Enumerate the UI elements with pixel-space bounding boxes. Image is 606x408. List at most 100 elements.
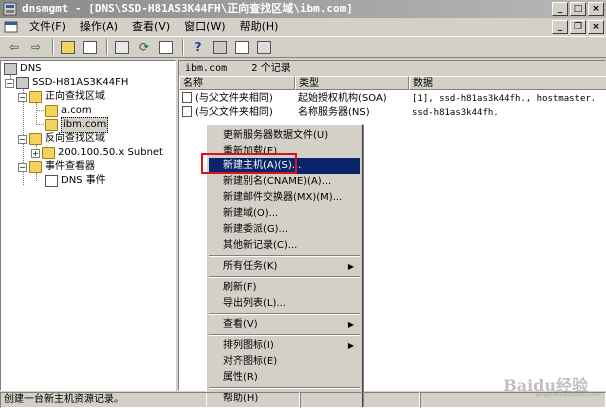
tree-event-viewer[interactable]: − 事件查看器	[18, 160, 95, 174]
toolbar: ⇦ ⇨ ⟳ ?	[0, 36, 606, 58]
expand-icon[interactable]: +	[31, 148, 40, 158]
tree-reverse-zones[interactable]: − 反向查找区域	[18, 132, 105, 146]
menu-separator	[209, 334, 360, 336]
mdi-minimize-button[interactable]: _	[552, 20, 568, 34]
submenu-arrow-icon: ▶	[347, 320, 354, 329]
zone-folder-icon	[45, 105, 58, 117]
menu-other-records[interactable]: 其他新记录(C)...	[209, 238, 360, 254]
tree-label: DNS 事件	[61, 175, 106, 186]
mdi-restore-button[interactable]: ❐	[570, 20, 586, 34]
collapse-icon[interactable]: −	[5, 78, 14, 88]
menu-help[interactable]: 帮助(H)	[233, 18, 286, 36]
menu-new-mx[interactable]: 新建邮件交换器(MX)(M)...	[209, 190, 360, 206]
mdi-close-button[interactable]: ×	[588, 20, 604, 34]
mdi-window-icon[interactable]	[4, 20, 18, 34]
show-tree-icon[interactable]	[80, 38, 100, 56]
tree-server[interactable]: − SSD-H81AS3K44FH	[5, 76, 128, 90]
refresh-icon[interactable]: ⟳	[134, 38, 154, 56]
console-tree: DNS − SSD-H81AS3K44FH − 正向查找区域 a.com ibm…	[0, 60, 176, 391]
tree-dns-root[interactable]: DNS	[4, 62, 42, 76]
column-data[interactable]: 数据	[409, 76, 606, 90]
submenu-arrow-icon: ▶	[347, 262, 354, 271]
menu-arrange-icons[interactable]: 排列图标(I) ▶	[209, 338, 360, 354]
menu-refresh[interactable]: 刷新(F)	[209, 280, 360, 296]
menu-export-list[interactable]: 导出列表(L)...	[209, 296, 360, 312]
title-bar: dnsmgmt - [DNS\SSD-H81AS3K44FH\正向查找区域\ib…	[0, 0, 606, 18]
highlight-annotation	[201, 153, 297, 174]
collapse-icon[interactable]: −	[18, 134, 27, 144]
submenu-arrow-icon: ▶	[347, 341, 354, 350]
toolbar-separator	[52, 39, 54, 55]
dns-icon	[4, 63, 17, 75]
menu-view[interactable]: 查看(V)	[125, 18, 177, 36]
collapse-icon[interactable]: −	[18, 162, 27, 172]
server-icon[interactable]	[210, 38, 230, 56]
record-count: 2 个记录	[251, 63, 291, 74]
zone-name: ibm.com	[185, 63, 228, 74]
menu-window[interactable]: 窗口(W)	[177, 18, 232, 36]
close-button[interactable]: ×	[588, 2, 604, 16]
menu-properties[interactable]: 属性(R)	[209, 370, 360, 386]
menu-separator	[209, 276, 360, 278]
menu-file[interactable]: 文件(F)	[22, 18, 73, 36]
table-row[interactable]: (与父文件夹相同) 名称服务器(NS) ssd-h81as3k44fh.	[179, 106, 606, 120]
minimize-button[interactable]: _	[552, 2, 568, 16]
menu-update-server-data[interactable]: 更新服务器数据文件(U)	[209, 128, 360, 144]
tree-zone-ibm-com[interactable]: ibm.com	[45, 117, 109, 133]
tree-zone-a-com[interactable]: a.com	[45, 104, 92, 118]
menu-separator	[209, 387, 360, 389]
table-row[interactable]: (与父文件夹相同) 起始授权机构(SOA) [1], ssd-h81as3k44…	[179, 92, 606, 106]
up-folder-icon[interactable]	[58, 38, 78, 56]
menu-all-tasks[interactable]: 所有任务(K) ▶	[209, 259, 360, 275]
menu-new-alias[interactable]: 新建别名(CNAME)(A)...	[209, 174, 360, 190]
menu-line-up-icons[interactable]: 对齐图标(E)	[209, 354, 360, 370]
folder-icon	[29, 161, 42, 173]
export-list-icon[interactable]	[156, 38, 176, 56]
collapse-icon[interactable]: −	[18, 92, 27, 102]
maximize-button[interactable]: □	[570, 2, 586, 16]
tree-label: 200.100.50.x Subnet	[58, 147, 163, 158]
tree-label: 事件查看器	[45, 161, 95, 172]
tree-label: a.com	[61, 105, 92, 116]
menu-new-delegation[interactable]: 新建委派(G)...	[209, 222, 360, 238]
help-icon[interactable]: ?	[188, 38, 208, 56]
column-headers: 名称 类型 数据	[179, 76, 606, 90]
forward-icon[interactable]: ⇨	[26, 38, 46, 56]
records-icon[interactable]	[254, 38, 274, 56]
menu-bar: 文件(F) 操作(A) 查看(V) 窗口(W) 帮助(H) _ ❐ ×	[0, 18, 606, 36]
row-type: 名称服务器(NS)	[298, 107, 370, 118]
menu-view-sub[interactable]: 查看(V) ▶	[209, 317, 360, 333]
row-name: (与父文件夹相同)	[179, 106, 295, 120]
list-icon[interactable]	[232, 38, 252, 56]
back-icon[interactable]: ⇦	[4, 38, 24, 56]
pane-header: ibm.com 2 个记录	[179, 61, 606, 76]
tree-dns-events[interactable]: DNS 事件	[45, 174, 106, 188]
status-text: 创建一台新主机资源记录。	[0, 392, 300, 408]
tree-label: SSD-H81AS3K44FH	[32, 77, 129, 88]
tree-forward-zones[interactable]: − 正向查找区域	[18, 90, 105, 104]
zone-folder-icon	[42, 147, 55, 159]
window-title: dnsmgmt - [DNS\SSD-H81AS3K44FH\正向查找区域\ib…	[22, 2, 353, 15]
row-data: ssd-h81as3k44fh.	[412, 108, 499, 118]
record-icon	[182, 106, 192, 117]
menu-separator	[209, 255, 360, 257]
watermark-url: jingyan.baidu.com	[535, 390, 600, 398]
status-panel	[300, 392, 420, 408]
tree-label: ibm.com	[61, 117, 109, 133]
row-type: 起始授权机构(SOA)	[298, 93, 387, 104]
menu-separator	[209, 313, 360, 315]
column-type[interactable]: 类型	[295, 76, 409, 90]
properties-icon[interactable]	[112, 38, 132, 56]
folder-icon	[29, 133, 42, 145]
row-data: [1], ssd-h81as3k44fh., hostmaster.	[412, 94, 597, 104]
column-name[interactable]: 名称	[179, 76, 295, 90]
server-icon	[16, 77, 29, 89]
tree-subnet[interactable]: + 200.100.50.x Subnet	[31, 146, 163, 160]
toolbar-separator	[182, 39, 184, 55]
toolbar-separator	[106, 39, 108, 55]
tree-label: DNS	[20, 63, 42, 74]
dns-app-icon	[3, 2, 17, 16]
tree-label: 反向查找区域	[45, 133, 105, 144]
menu-action[interactable]: 操作(A)	[73, 18, 125, 36]
menu-new-domain[interactable]: 新建域(O)...	[209, 206, 360, 222]
